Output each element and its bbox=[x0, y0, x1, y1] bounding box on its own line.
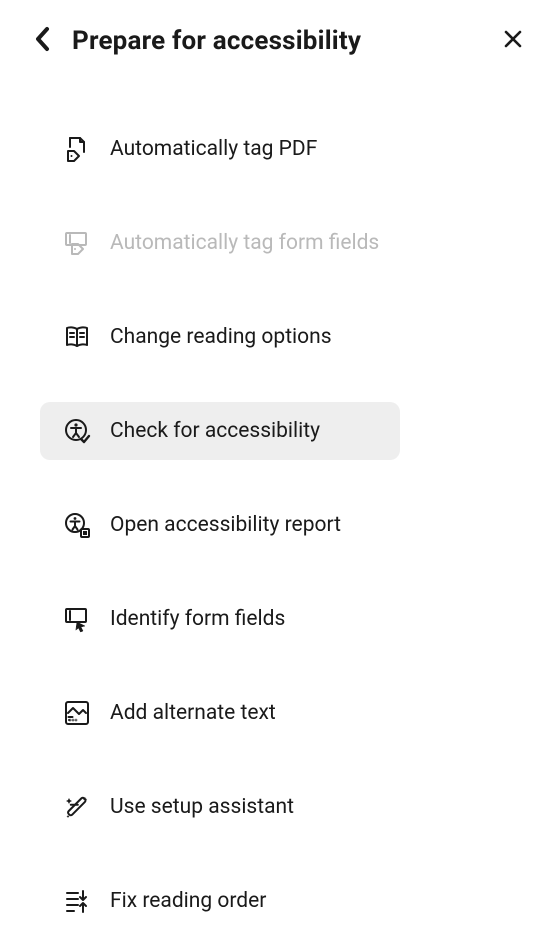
accessibility-report-icon bbox=[62, 510, 92, 540]
menu-item-label: Identify form fields bbox=[110, 607, 285, 631]
reading-order-icon bbox=[62, 886, 92, 916]
menu-item-label: Check for accessibility bbox=[110, 419, 320, 443]
menu-item-label: Automatically tag form fields bbox=[110, 231, 379, 255]
document-tag-icon bbox=[62, 134, 92, 164]
menu-item-label: Use setup assistant bbox=[110, 795, 294, 819]
identify-fields-icon bbox=[62, 604, 92, 634]
form-field-tag-icon bbox=[62, 228, 92, 258]
accessibility-tools-panel: Prepare for accessibility Automatically … bbox=[0, 0, 550, 930]
menu-item-autotag-pdf[interactable]: Automatically tag PDF bbox=[40, 120, 400, 178]
menu-item-identify-form-fields[interactable]: Identify form fields bbox=[40, 590, 400, 648]
close-button[interactable] bbox=[496, 24, 530, 58]
menu-item-reading-options[interactable]: Change reading options bbox=[40, 308, 400, 366]
accessibility-check-icon bbox=[62, 416, 92, 446]
menu-item-label: Automatically tag PDF bbox=[110, 137, 317, 161]
open-book-icon bbox=[62, 322, 92, 352]
menu-item-label: Add alternate text bbox=[110, 701, 276, 725]
menu-item-check-accessibility[interactable]: Check for accessibility bbox=[40, 402, 400, 460]
magic-wand-icon bbox=[62, 792, 92, 822]
chevron-left-icon bbox=[34, 26, 52, 56]
menu-item-setup-assistant[interactable]: Use setup assistant bbox=[40, 778, 400, 836]
menu-item-autotag-form-fields: Automatically tag form fields bbox=[40, 214, 400, 272]
tool-list: Automatically tag PDF Automatically tag … bbox=[20, 76, 530, 930]
close-icon bbox=[503, 29, 523, 53]
panel-title: Prepare for accessibility bbox=[72, 26, 484, 56]
panel-header: Prepare for accessibility bbox=[20, 18, 530, 76]
back-button[interactable] bbox=[26, 24, 60, 58]
menu-item-label: Open accessibility report bbox=[110, 513, 341, 537]
menu-item-label: Change reading options bbox=[110, 325, 332, 349]
alt-text-icon bbox=[62, 698, 92, 728]
menu-item-open-report[interactable]: Open accessibility report bbox=[40, 496, 400, 554]
menu-item-fix-reading-order[interactable]: Fix reading order bbox=[40, 872, 400, 930]
menu-item-add-alt-text[interactable]: Add alternate text bbox=[40, 684, 400, 742]
menu-item-label: Fix reading order bbox=[110, 889, 266, 913]
